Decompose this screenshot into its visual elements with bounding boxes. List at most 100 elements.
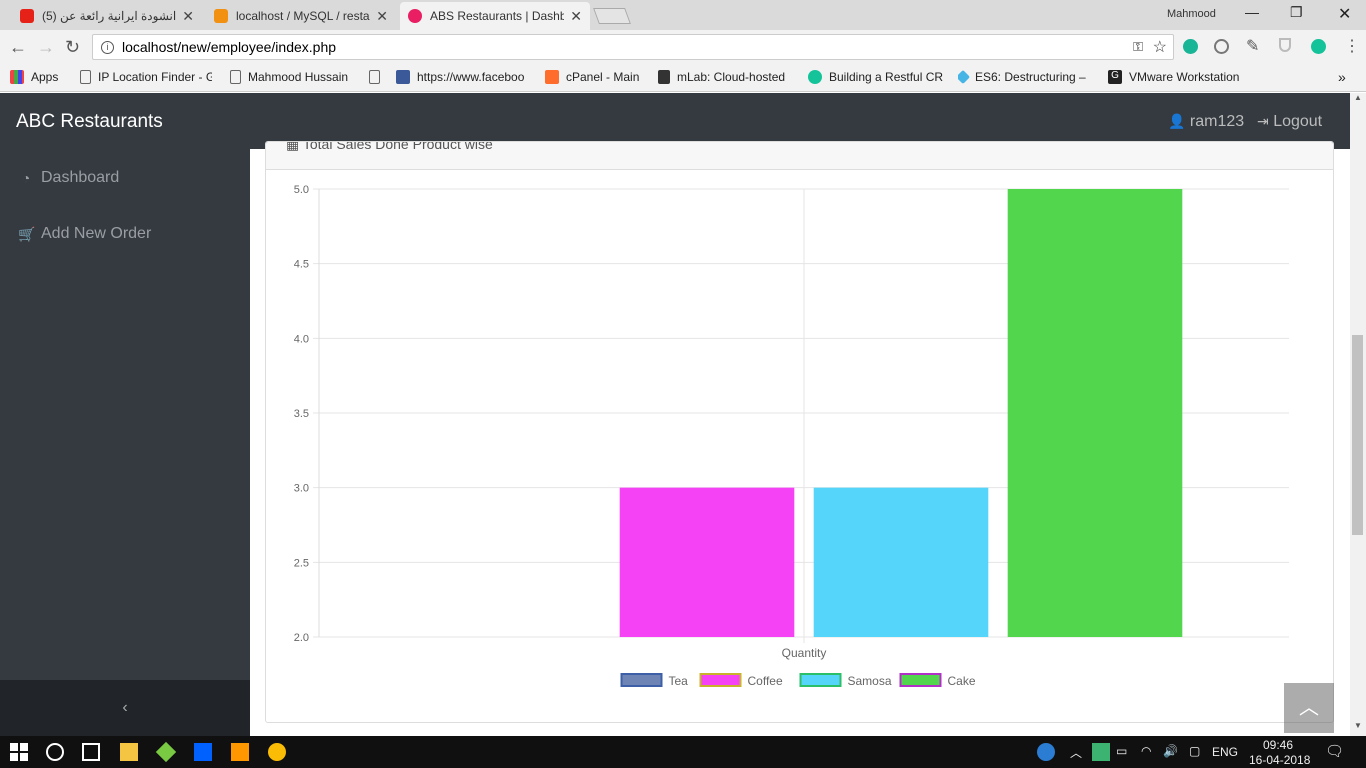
notification-icon[interactable]: ▢ <box>1189 744 1200 758</box>
tray-app-icon[interactable] <box>1092 743 1110 761</box>
shield-icon[interactable] <box>1279 38 1291 52</box>
x-axis-label: Quantity <box>782 646 827 660</box>
sidebar: ◔ Dashboard 🛒 Add New Order <box>0 149 250 680</box>
app-icon[interactable] <box>155 741 177 763</box>
profile-name[interactable]: Mahmood <box>1167 8 1216 20</box>
forward-icon[interactable]: → <box>37 37 55 58</box>
bookmark-mlab[interactable]: mLab: Cloud-hosted <box>658 70 795 84</box>
grammarly-icon <box>808 70 822 84</box>
y-tick-label: 5.0 <box>294 184 309 196</box>
bookmark-cpanel[interactable]: cPanel - Main <box>545 70 639 84</box>
bookmark-apps[interactable]: Apps <box>10 70 58 84</box>
legend-label-cake: Cake <box>948 674 976 688</box>
show-hidden-icons-icon[interactable]: ︿ <box>1070 744 1082 761</box>
close-tab-icon[interactable]: ✕ <box>570 8 582 25</box>
scroll-up-icon[interactable]: ▲ <box>1354 93 1362 102</box>
address-text[interactable]: localhost/new/employee/index.php <box>122 39 336 55</box>
sales-card: ▦ Total Sales Done Product wise 5.0 4.5 4.… <box>265 141 1334 723</box>
clock-time[interactable]: 09:46 <box>1263 738 1293 752</box>
logout-icon: ⇥ <box>1257 113 1269 129</box>
back-to-top-button[interactable]: ︿ <box>1284 683 1334 733</box>
page-icon <box>230 70 241 84</box>
legend-label-samosa: Samosa <box>848 674 892 688</box>
more-bookmarks-icon[interactable]: » <box>1338 69 1346 85</box>
y-tick-label: 3.0 <box>294 483 309 495</box>
language-indicator[interactable]: ENG <box>1212 745 1238 759</box>
action-center-icon[interactable]: 🗨 <box>1325 742 1344 760</box>
task-view-icon[interactable] <box>82 743 100 761</box>
brand-link[interactable]: ABC Restaurants <box>16 111 163 133</box>
bookmark-label: Building a Restful CR <box>829 70 944 84</box>
scroll-down-icon[interactable]: ▼ <box>1354 721 1362 730</box>
bookmark-label: https://www.faceboo <box>417 70 525 84</box>
bookmark-vmware[interactable]: G VMware Workstation <box>1108 70 1245 84</box>
wifi-icon[interactable]: ◠ <box>1141 744 1151 758</box>
browser-tab-youtube[interactable]: (5) انشودة ايرانية رائعة عن ✕ <box>12 2 202 30</box>
browser-toolbar: ← → ↻ i localhost/new/employee/index.php… <box>0 30 1366 64</box>
star-icon[interactable]: ☆ <box>1153 37 1167 57</box>
clock-date[interactable]: 16-04-2018 <box>1249 753 1310 767</box>
main-content: ▦ Total Sales Done Product wise 5.0 4.5 4.… <box>250 141 1350 736</box>
sidebar-toggle[interactable]: ‹ <box>0 680 250 736</box>
browser-tab-dashboard[interactable]: ABS Restaurants | Dashbo ✕ <box>400 2 590 30</box>
card-header: ▦ Total Sales Done Product wise <box>266 142 1333 170</box>
restore-icon[interactable]: ❐ <box>1290 4 1303 21</box>
key-icon[interactable]: ⚿ <box>1133 39 1143 55</box>
facebook-icon <box>396 70 410 84</box>
username: ram123 <box>1189 113 1245 130</box>
chevron-left-icon: ‹ <box>122 699 128 716</box>
chevron-up-icon: ︿ <box>1299 697 1319 719</box>
bookmark-label: IP Location Finder - G <box>98 70 212 84</box>
bookmark-mahmood[interactable]: Mahmood Hussain <box>230 70 348 84</box>
close-tab-icon[interactable]: ✕ <box>376 8 388 25</box>
close-window-icon[interactable]: ✕ <box>1338 4 1351 24</box>
logout-link[interactable]: ⇥ Logout <box>1257 113 1322 131</box>
info-icon[interactable]: i <box>101 40 114 54</box>
bookmark-label: cPanel - Main <box>566 70 640 84</box>
reload-icon[interactable]: ↻ <box>65 37 80 58</box>
sidebar-item-add-order[interactable]: 🛒 Add New Order <box>18 225 151 243</box>
page-icon <box>80 70 91 84</box>
legend-swatch-samosa <box>799 673 842 687</box>
windows-start-icon[interactable] <box>10 743 28 761</box>
y-tick-label: 4.0 <box>294 333 309 345</box>
battery-icon[interactable]: ▭ <box>1116 744 1127 758</box>
scrollbar-thumb[interactable] <box>1352 335 1363 535</box>
bookmark-es6[interactable]: ES6: Destructuring – <box>958 70 1095 84</box>
cart-icon: 🛒 <box>18 225 36 242</box>
minimize-icon[interactable]: — <box>1245 4 1259 20</box>
browser-tab-phpmyadmin[interactable]: localhost / MySQL / resta ✕ <box>206 2 396 30</box>
sublime-icon[interactable] <box>231 743 249 761</box>
bookmark-ip-location[interactable]: IP Location Finder - G <box>80 70 212 84</box>
page-scrollbar[interactable]: ▲ ▼ <box>1350 93 1366 736</box>
cortana-icon[interactable] <box>46 743 64 761</box>
volume-icon[interactable]: 🔊 <box>1163 744 1178 758</box>
y-tick-label: 4.5 <box>294 259 309 271</box>
dropbox-icon[interactable] <box>194 743 212 761</box>
user-menu[interactable]: 👤 ram123 <box>1168 113 1244 131</box>
bookmark-facebook-link[interactable]: https://www.faceboo <box>396 70 533 84</box>
bookmark-facebook[interactable] <box>369 70 387 84</box>
close-tab-icon[interactable]: ✕ <box>182 8 194 25</box>
bar-cake <box>1007 189 1183 637</box>
sidebar-item-dashboard[interactable]: ◔ Dashboard <box>18 169 120 187</box>
address-bar[interactable]: i localhost/new/employee/index.php ⚿ ☆ <box>92 34 1174 60</box>
legend-label-tea: Tea <box>669 674 689 688</box>
back-icon[interactable]: ← <box>9 37 27 58</box>
help-icon[interactable] <box>1037 743 1055 761</box>
bookmark-label: mLab: Cloud-hosted <box>677 70 786 84</box>
grammarly-icon[interactable] <box>1311 39 1326 54</box>
eyedropper-icon[interactable]: ✎ <box>1246 36 1259 56</box>
chrome-icon[interactable] <box>268 743 286 761</box>
bookmark-restful[interactable]: Building a Restful CR <box>808 70 945 84</box>
bookmarks-bar: Apps IP Location Finder - G Mahmood Huss… <box>0 64 1366 92</box>
menu-icon[interactable]: ⋮ <box>1344 36 1360 56</box>
y-tick-label: 2.0 <box>294 632 309 644</box>
youtube-icon <box>20 9 34 23</box>
sidebar-item-label: Add New Order <box>41 225 152 242</box>
file-explorer-icon[interactable] <box>120 743 138 761</box>
new-tab-button[interactable] <box>593 8 631 24</box>
settings-extension-icon[interactable] <box>1214 39 1229 54</box>
extension-icon[interactable] <box>1183 39 1198 54</box>
dashboard-icon: ◔ <box>21 170 31 186</box>
